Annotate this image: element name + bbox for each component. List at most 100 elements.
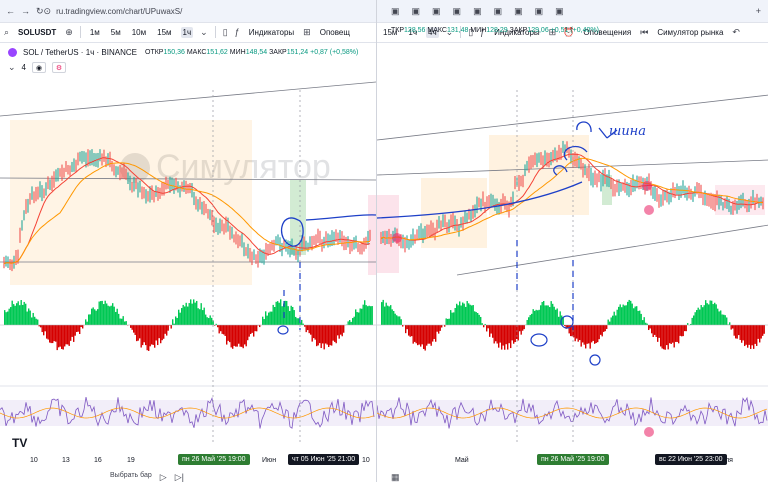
oscillator-bar: [176, 317, 178, 325]
oscillator-bar: [104, 300, 106, 325]
oscillator-bar: [58, 325, 60, 348]
oscillator-bar: [64, 325, 66, 347]
oscillator-bar: [759, 325, 761, 343]
oscillator-bar: [649, 325, 651, 329]
forward-step-icon[interactable]: ▷|: [175, 472, 184, 482]
oscillator-bar: [471, 305, 473, 325]
oscillator-bar: [742, 325, 744, 341]
oscillator-bar: [190, 299, 192, 325]
oscillator-bar: [684, 325, 686, 332]
oscillator-bar: [17, 301, 19, 325]
oscillator-bar: [502, 325, 504, 346]
oscillator-bar: [136, 325, 138, 342]
oscillator-bar: [586, 325, 588, 344]
oscillator-bar: [709, 300, 711, 325]
oscillator-bar: [149, 325, 151, 347]
oscillator-bar: [445, 318, 447, 325]
time-axis[interactable]: 10 13 16 19 пн 26 Май '25 19:00 Июн чт 0…: [0, 450, 376, 472]
oscillator-bar: [531, 313, 533, 325]
oscillator-bar: [286, 300, 288, 325]
left-price-chart[interactable]: [0, 0, 376, 450]
oscillator-bar: [514, 325, 516, 343]
oscillator-bar: [319, 325, 321, 344]
oscillator-bar: [107, 305, 109, 325]
oscillator-bar: [146, 325, 148, 351]
oscillator-bar: [645, 322, 647, 325]
oscillator-bar: [462, 302, 464, 325]
oscillator-bar: [194, 302, 196, 325]
oscillator-bar: [558, 316, 560, 325]
oscillator-bar: [55, 325, 57, 342]
oscillator-bar: [651, 325, 653, 334]
oscillator-bar: [532, 309, 534, 325]
oscillator-bar: [116, 308, 118, 325]
left-chart-pane[interactable]: ← → ↻ ⊙ ru.tradingview.com/chart/UPuwaxS…: [0, 0, 376, 482]
oscillator-bar: [730, 325, 732, 330]
oscillator-bar: [750, 325, 752, 349]
select-bar-button[interactable]: Выбрать бар: [110, 472, 152, 482]
oscillator-bar: [163, 325, 165, 339]
oscillator-bar: [211, 317, 213, 325]
oscillator-bar: [218, 325, 220, 334]
oscillator-bar: [161, 325, 163, 341]
oscillator-bar: [489, 325, 491, 337]
oscillator-bar: [226, 325, 228, 345]
calendar-icon[interactable]: ▦: [391, 472, 400, 482]
oscillator-bar: [405, 325, 407, 334]
oscillator-bar: [432, 325, 434, 342]
oscillator-bar: [393, 310, 395, 325]
oscillator-bar: [637, 310, 639, 325]
oscillator-bar: [85, 319, 87, 325]
oscillator-bar: [633, 308, 635, 325]
oscillator-bar: [314, 325, 316, 340]
oscillator-bar: [430, 325, 432, 346]
oscillator-bar: [26, 311, 28, 325]
oscillator-bar: [606, 325, 608, 329]
oscillator-bar: [745, 325, 747, 345]
oscillator-bar: [11, 300, 13, 325]
oscillator-bar: [553, 306, 555, 325]
oscillator-bar: [723, 314, 725, 325]
oscillator-bar: [232, 325, 234, 349]
oscillator-bar: [100, 301, 102, 325]
oscillator-bar: [244, 325, 246, 345]
oscillator-bar: [32, 312, 34, 325]
oscillator-bar: [118, 313, 120, 325]
oscillator-bar: [477, 312, 479, 325]
oscillator-bar: [556, 308, 558, 325]
oscillator-bar: [52, 325, 54, 344]
oscillator-bar: [112, 303, 114, 325]
oscillator-bar: [654, 325, 656, 335]
oscillator-bar: [242, 325, 244, 349]
oscillator-bar: [591, 325, 593, 343]
oscillator-bar: [59, 325, 61, 347]
oscillator-bar: [543, 301, 545, 325]
oscillator-bar: [625, 305, 627, 325]
time-axis[interactable]: Май пн 26 Май '25 19:00 вс 22 Июн '25 23…: [377, 450, 768, 472]
oscillator-bar: [526, 319, 528, 325]
oscillator-bar: [499, 325, 501, 343]
oscillator-bar: [88, 314, 90, 325]
oscillator-bar: [254, 325, 256, 332]
oscillator-bar: [133, 325, 135, 333]
oscillator-bar: [390, 305, 392, 325]
oscillator-bar: [305, 325, 307, 333]
oscillator-bar: [245, 325, 247, 347]
play-icon[interactable]: ▷: [160, 472, 167, 482]
oscillator-bar: [744, 325, 746, 347]
oscillator-bar: [151, 325, 153, 345]
right-price-chart[interactable]: [377, 0, 768, 450]
oscillator-bar: [406, 325, 408, 330]
oscillator-bar: [661, 325, 663, 349]
oscillator-bar: [235, 325, 237, 347]
oscillator-bar: [253, 325, 255, 337]
oscillator-bar: [265, 311, 267, 325]
right-chart-pane[interactable]: ▣ ▣ ▣ ▣ ▣ ▣ ▣ ▣ ▣ + 15м 1ч 4ч ⌄ ▯ ƒ Инди…: [376, 0, 768, 482]
oscillator-bar: [523, 325, 525, 330]
oscillator-bar: [618, 306, 620, 325]
oscillator-bar: [546, 305, 548, 325]
oscillator-bar: [119, 318, 121, 325]
oscillator-bar: [349, 320, 351, 325]
marker-dot: [644, 205, 654, 215]
oscillator-bar: [239, 325, 241, 347]
